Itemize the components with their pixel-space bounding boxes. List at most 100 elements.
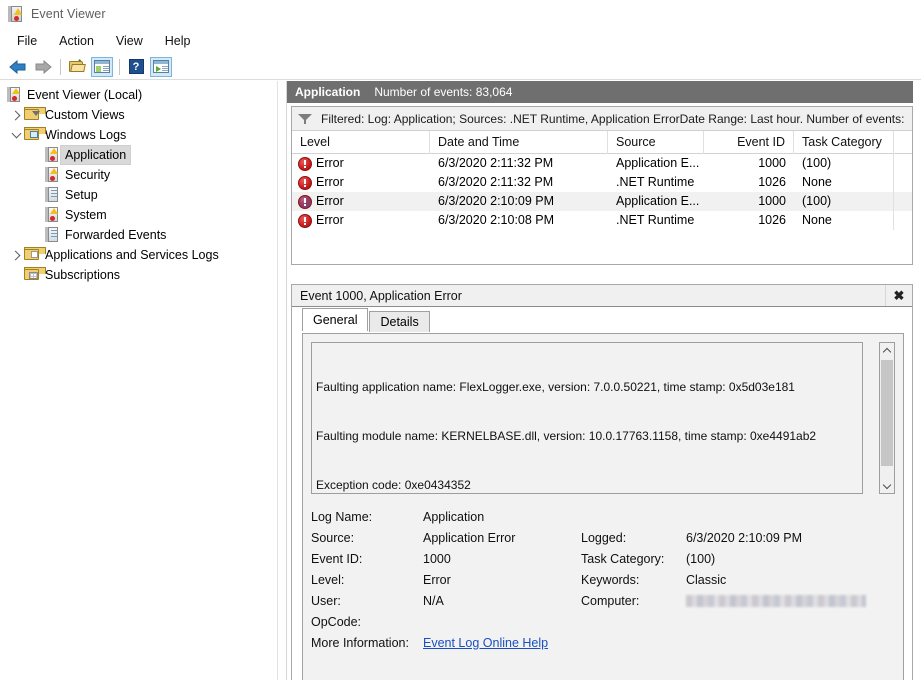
help-button[interactable]: ? — [125, 57, 147, 77]
keywords-label: Keywords: — [581, 572, 640, 587]
show-hide-tree-button[interactable] — [66, 57, 88, 77]
task-category-label: Task Category: — [581, 551, 665, 566]
column-header-date-and-time[interactable]: Date and Time — [430, 130, 608, 154]
event-details-tabs: General Details — [292, 307, 912, 332]
filter-bar[interactable]: Filtered: Log: Application; Sources: .NE… — [292, 107, 912, 131]
event-log-online-help-link[interactable]: Event Log Online Help — [423, 636, 548, 650]
metadata-row-user-computer: User: N/A Computer: — [311, 590, 899, 611]
tree-item-custom-views[interactable]: Custom Views — [0, 105, 286, 125]
windows-logs-folder-icon — [24, 127, 46, 143]
tree-item-applications-and-services-logs[interactable]: Applications and Services Logs — [0, 245, 286, 265]
tree-item-event-viewer-local[interactable]: Event Viewer (Local) — [0, 85, 286, 105]
toolbar: ? — [0, 54, 921, 80]
scrollbar-thumb[interactable] — [881, 360, 893, 466]
close-icon[interactable]: ✖ — [885, 285, 912, 306]
cell-source: Application E... — [616, 194, 700, 208]
tab-panel-general: Faulting application name: FlexLogger.ex… — [302, 333, 904, 680]
menu-help[interactable]: Help — [154, 31, 202, 51]
cell-date-time: 6/3/2020 2:10:08 PM — [438, 213, 555, 227]
table-row[interactable]: Error 6/3/2020 2:10:08 PM .NET Runtime 1… — [292, 211, 912, 230]
cell-event-id: 1000 — [758, 194, 786, 208]
event-log-book-icon — [44, 167, 60, 183]
event-log-book-icon — [44, 147, 60, 163]
tree-item-security[interactable]: Security — [0, 165, 286, 185]
log-name-label: Application — [295, 85, 361, 99]
table-row[interactable]: Error 6/3/2020 2:11:32 PM Application E.… — [292, 154, 912, 173]
column-header-level[interactable]: Level — [292, 130, 430, 154]
tree-item-label: System — [65, 208, 107, 222]
event-id-label: Event ID: — [311, 551, 363, 566]
column-header-source[interactable]: Source — [608, 130, 704, 154]
metadata-row-source-logged: Source: Application Error Logged: 6/3/20… — [311, 527, 899, 548]
cell-level: Error — [292, 173, 430, 192]
opcode-label: OpCode: — [311, 614, 362, 629]
console-tree: Event Viewer (Local) Custom Views Window… — [0, 81, 286, 285]
log-summary-bar: Application Number of events: 83,064 — [287, 81, 921, 103]
cell-date-time: 6/3/2020 2:11:32 PM — [438, 156, 554, 170]
column-header-task-category[interactable]: Task Category — [794, 130, 894, 154]
window-title-bar: Event Viewer — [0, 0, 921, 28]
tree-item-subscriptions[interactable]: Subscriptions — [0, 265, 286, 285]
event-log-plain-icon — [44, 187, 60, 203]
metadata-row-opcode: OpCode: — [311, 611, 899, 632]
error-icon — [298, 156, 312, 171]
table-row[interactable]: Error 6/3/2020 2:10:09 PM Application E.… — [292, 192, 912, 211]
apps-services-folder-icon — [24, 247, 46, 263]
cell-level-text: Error — [316, 213, 344, 227]
menu-view[interactable]: View — [105, 31, 154, 51]
expander-windows-logs[interactable] — [8, 127, 24, 143]
tree-item-application[interactable]: Application — [0, 145, 286, 165]
scroll-down-icon[interactable] — [880, 478, 894, 493]
menu-file[interactable]: File — [6, 31, 48, 51]
event-log-book-icon — [44, 207, 60, 223]
show-hide-console-tree-button[interactable] — [91, 56, 113, 77]
computer-label: Computer: — [581, 593, 640, 608]
custom-views-folder-icon — [24, 107, 46, 123]
cell-event-id: 1026 — [758, 175, 786, 189]
event-log-plain-icon — [44, 227, 60, 243]
tab-general[interactable]: General — [302, 308, 369, 331]
scroll-up-icon[interactable] — [880, 343, 894, 358]
cell-date-time: 6/3/2020 2:11:32 PM — [438, 175, 554, 189]
cell-task-category: (100) — [794, 154, 894, 173]
cell-event-id: 1026 — [758, 213, 786, 227]
tree-item-system[interactable]: System — [0, 205, 286, 225]
source-value: Application Error — [423, 530, 516, 545]
error-icon — [298, 194, 312, 209]
error-icon — [298, 175, 312, 190]
back-button[interactable] — [7, 57, 29, 77]
event-log-book-icon — [6, 87, 22, 103]
expander-custom-views[interactable] — [8, 107, 24, 123]
cell-level: Error — [292, 192, 430, 211]
results-pane-scroll-gutter[interactable] — [913, 81, 921, 680]
arrow-left-icon — [9, 59, 26, 74]
subscriptions-folder-icon — [24, 267, 46, 283]
tree-item-setup[interactable]: Setup — [0, 185, 286, 205]
task-category-value: (100) — [686, 551, 716, 566]
expander-applications-services[interactable] — [8, 247, 24, 263]
show-hide-action-pane-button[interactable] — [150, 56, 172, 77]
column-header-spacer — [894, 131, 912, 154]
tree-item-forwarded-events[interactable]: Forwarded Events — [0, 225, 286, 245]
tree-vertical-scrollbar[interactable] — [277, 81, 286, 680]
redacted-computer-name — [686, 595, 866, 608]
event-description[interactable]: Faulting application name: FlexLogger.ex… — [311, 342, 863, 494]
event-id-value: 1000 — [423, 551, 451, 566]
event-list-column-headers: Level Date and Time Source Event ID Task… — [292, 130, 912, 154]
tree-item-label: Event Viewer (Local) — [27, 88, 143, 102]
folder-open-icon — [69, 59, 86, 73]
results-pane: Application Number of events: 83,064 Fil… — [287, 81, 921, 680]
forward-button[interactable] — [32, 57, 54, 77]
tab-details[interactable]: Details — [369, 311, 430, 332]
cell-date-time: 6/3/2020 2:10:09 PM — [438, 194, 555, 208]
column-header-event-id[interactable]: Event ID — [704, 130, 794, 154]
cell-source: .NET Runtime — [616, 213, 695, 227]
cell-level: Error — [292, 154, 430, 173]
window-play-icon — [153, 60, 169, 73]
description-vertical-scrollbar[interactable] — [879, 342, 895, 494]
event-details-header: Event 1000, Application Error ✖ — [292, 285, 912, 307]
menu-action[interactable]: Action — [48, 31, 105, 51]
table-row[interactable]: Error 6/3/2020 2:11:32 PM .NET Runtime 1… — [292, 173, 912, 192]
cell-level: Error — [292, 211, 430, 230]
tree-item-windows-logs[interactable]: Windows Logs — [0, 125, 286, 145]
